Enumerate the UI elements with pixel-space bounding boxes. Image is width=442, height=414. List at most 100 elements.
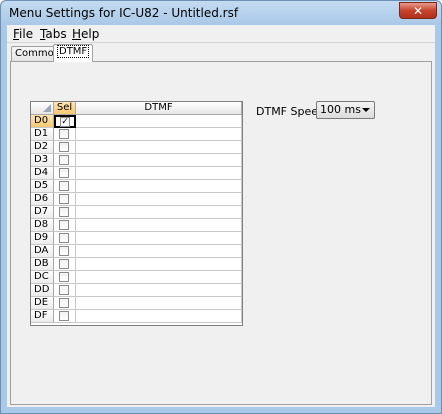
row-header[interactable]: D0 [31, 115, 54, 128]
row-header[interactable]: DA [31, 245, 54, 258]
row-header[interactable]: D7 [31, 206, 54, 219]
dtmf-value-cell[interactable] [76, 167, 242, 180]
sel-checkbox[interactable] [59, 155, 69, 165]
sel-checkbox[interactable] [59, 181, 69, 191]
dtmf-tab-panel: Sel DTMF D0 ✓ D1 D2 D3 D4 D5 D6 D7 D8 D9 DA DB DC DD DE… [10, 61, 432, 405]
row-header[interactable]: DC [31, 271, 54, 284]
app-window: Menu Settings for IC-U82 - Untitled.rsf … [0, 0, 442, 414]
dtmf-speed-label: DTMF Speed [256, 105, 325, 118]
sel-cell[interactable] [54, 232, 76, 245]
sel-checkbox[interactable] [59, 220, 69, 230]
dtmf-value-cell[interactable] [76, 219, 242, 232]
tab-strip: Common DTMF [10, 43, 430, 62]
row-header[interactable]: DB [31, 258, 54, 271]
menu-bar: File Tabs Help [7, 25, 435, 43]
row-header[interactable]: D8 [31, 219, 54, 232]
table-row: D2 [31, 141, 242, 154]
dtmf-value-cell[interactable] [76, 154, 242, 167]
column-header-dtmf[interactable]: DTMF [76, 102, 242, 115]
sel-cell[interactable] [54, 219, 76, 232]
sel-checkbox[interactable] [59, 129, 69, 139]
dtmf-value-cell[interactable] [76, 206, 242, 219]
table-row: D4 [31, 167, 242, 180]
title-bar[interactable]: Menu Settings for IC-U82 - Untitled.rsf … [1, 1, 441, 25]
row-header[interactable]: D9 [31, 232, 54, 245]
sel-cell[interactable] [54, 193, 76, 206]
sel-checkbox[interactable] [59, 207, 69, 217]
sel-checkbox[interactable] [59, 298, 69, 308]
dtmf-grid: Sel DTMF D0 ✓ D1 D2 D3 D4 D5 D6 D7 D8 D9 DA DB DC DD DE… [30, 101, 243, 326]
dtmf-speed-select[interactable]: 100 ms [316, 101, 375, 119]
row-header[interactable]: D1 [31, 128, 54, 141]
sel-cell[interactable] [54, 284, 76, 297]
sel-checkbox[interactable] [59, 311, 69, 321]
table-row: D3 [31, 154, 242, 167]
row-header[interactable]: DE [31, 297, 54, 310]
sel-cell[interactable] [54, 258, 76, 271]
sel-cell[interactable] [54, 141, 76, 154]
sel-cell[interactable] [54, 271, 76, 284]
table-row: DA [31, 245, 242, 258]
sel-cell[interactable] [54, 206, 76, 219]
sel-cell[interactable]: ✓ [54, 115, 76, 128]
table-row: D1 [31, 128, 242, 141]
dtmf-value-cell[interactable] [76, 180, 242, 193]
row-header[interactable]: D4 [31, 167, 54, 180]
dtmf-value-cell[interactable] [76, 115, 242, 128]
sel-cell[interactable] [54, 154, 76, 167]
menu-tabs[interactable]: Tabs [40, 27, 67, 41]
window-title: Menu Settings for IC-U82 - Untitled.rsf [9, 6, 239, 20]
table-row: DE [31, 297, 242, 310]
table-row: D6 [31, 193, 242, 206]
dtmf-value-cell[interactable] [76, 245, 242, 258]
dtmf-value-cell[interactable] [76, 297, 242, 310]
dtmf-value-cell[interactable] [76, 141, 242, 154]
select-all-icon [43, 104, 51, 112]
sel-checkbox[interactable] [59, 142, 69, 152]
table-row: D5 [31, 180, 242, 193]
row-header[interactable]: DD [31, 284, 54, 297]
sel-checkbox[interactable] [59, 272, 69, 282]
sel-cell[interactable] [54, 297, 76, 310]
row-header[interactable]: D5 [31, 180, 54, 193]
row-header[interactable]: D6 [31, 193, 54, 206]
tab-dtmf[interactable]: DTMF [53, 44, 94, 62]
client-area: Common DTMF Sel DTMF D0 ✓ D1 D2 D3 D4 D5 D6 D7 D8… [7, 43, 435, 407]
table-row: DC [31, 271, 242, 284]
sel-cell[interactable] [54, 180, 76, 193]
dtmf-speed-value: 100 ms [320, 103, 361, 116]
close-icon: ✕ [412, 3, 424, 18]
dtmf-value-cell[interactable] [76, 284, 242, 297]
dtmf-value-cell[interactable] [76, 232, 242, 245]
column-header-sel[interactable]: Sel [54, 102, 76, 115]
row-header[interactable]: D3 [31, 154, 54, 167]
row-header[interactable]: DF [31, 310, 54, 323]
dtmf-value-cell[interactable] [76, 310, 242, 323]
menu-help[interactable]: Help [72, 27, 99, 41]
dtmf-value-cell[interactable] [76, 258, 242, 271]
sel-checkbox[interactable] [59, 194, 69, 204]
row-header[interactable]: D2 [31, 141, 54, 154]
sel-checkbox[interactable] [59, 246, 69, 256]
table-row: D9 [31, 232, 242, 245]
sel-checkbox[interactable] [59, 168, 69, 178]
sel-cell[interactable] [54, 310, 76, 323]
dtmf-value-cell[interactable] [76, 271, 242, 284]
close-button[interactable]: ✕ [399, 2, 437, 19]
menu-file[interactable]: File [13, 27, 33, 41]
sel-cell[interactable] [54, 128, 76, 141]
sel-checkbox[interactable] [59, 259, 69, 269]
grid-corner[interactable] [31, 102, 54, 115]
dtmf-value-cell[interactable] [76, 128, 242, 141]
dtmf-value-cell[interactable] [76, 193, 242, 206]
sel-checkbox[interactable] [59, 233, 69, 243]
dropdown-arrow-icon [362, 108, 370, 112]
sel-cell[interactable] [54, 245, 76, 258]
sel-checkbox[interactable]: ✓ [60, 117, 70, 127]
sel-checkbox[interactable] [59, 285, 69, 295]
table-row: D7 [31, 206, 242, 219]
table-row: D8 [31, 219, 242, 232]
sel-cell[interactable] [54, 167, 76, 180]
table-row: DB [31, 258, 242, 271]
table-row: D0 ✓ [31, 115, 242, 128]
